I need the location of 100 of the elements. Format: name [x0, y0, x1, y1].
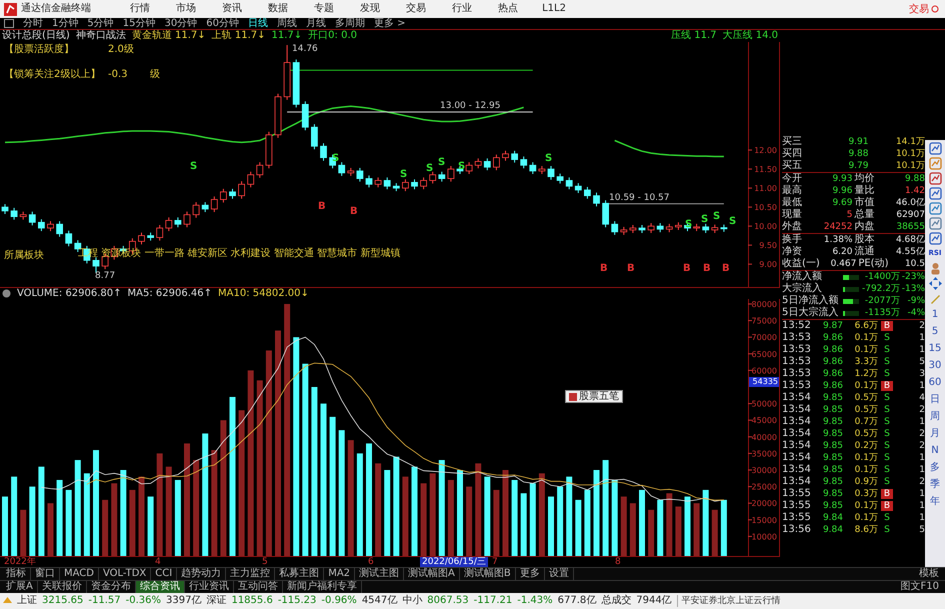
chart-icon[interactable] [928, 172, 942, 185]
template-button[interactable]: 模板 [915, 568, 943, 580]
total-label: 总成交 [601, 595, 632, 607]
period-tab[interactable]: 5分钟 [87, 18, 114, 30]
period-tool[interactable]: 15 [928, 341, 942, 356]
period-tool[interactable]: 多 [930, 460, 940, 475]
index-percent: -1.43% [517, 595, 553, 607]
period-tab[interactable]: 日线 [248, 18, 268, 30]
tick-count: 1 [918, 500, 925, 512]
stat-label: 今开 [782, 173, 802, 184]
f10-button[interactable]: 图文F10 [896, 581, 943, 593]
candlestick [156, 224, 164, 242]
volume-value: VOLUME: 62906.80↑ [17, 288, 122, 300]
tick-count: 2 [918, 428, 925, 440]
trade-button[interactable]: 交易 [907, 2, 941, 16]
trade-side: S [883, 441, 891, 451]
menu-item[interactable]: 热点 [485, 3, 531, 15]
period-tab[interactable]: 30分钟 [164, 18, 198, 30]
menu-item[interactable]: 交易 [393, 3, 439, 15]
chart-icon[interactable] [928, 187, 942, 200]
tick-price: 9.85 [822, 464, 843, 476]
flow-percent: -4% [906, 307, 925, 319]
menu-item[interactable]: 专题 [301, 3, 347, 15]
index-change: -117.21 [474, 595, 512, 607]
period-tab[interactable]: 1分钟 [52, 18, 78, 30]
chart-icon[interactable] [928, 232, 942, 245]
period-tool[interactable]: 周 [930, 409, 940, 424]
period-tab[interactable]: 60分钟 [206, 18, 239, 30]
period-tool[interactable]: 60 [928, 375, 942, 390]
tick-price: 9.85 [822, 404, 843, 416]
buy-signal: B [600, 264, 608, 274]
popup-chip[interactable]: 股票五笔 [565, 390, 623, 403]
tick-volume: 1.2万 [854, 368, 878, 380]
candlestick [229, 188, 236, 200]
period-tool[interactable]: N [931, 443, 939, 458]
menu-item[interactable]: 市场 [163, 3, 209, 15]
app-title: 通达信金融终端 [21, 3, 91, 15]
menu-item[interactable]: 发现 [347, 3, 393, 15]
candlestick [184, 211, 190, 228]
period-tab[interactable]: 多周期 [334, 18, 365, 30]
volume-tick: 60000 [752, 366, 777, 376]
candlestick [484, 158, 491, 171]
period-tool[interactable]: 30 [928, 358, 942, 373]
price-tick: 9.00 [759, 260, 777, 270]
menu-item[interactable]: 数据 [255, 3, 301, 15]
candlestick [593, 192, 600, 207]
chart-icon[interactable] [928, 157, 942, 170]
candlestick [656, 222, 664, 233]
settings-icon[interactable] [2, 289, 11, 298]
chart-icon[interactable] [928, 202, 942, 215]
stat-value: 38655 [895, 221, 925, 233]
chart-icon[interactable] [928, 217, 942, 230]
chart-icon[interactable] [928, 142, 942, 155]
info-tab[interactable]: 综合资讯 [136, 581, 185, 593]
volume-value: MA5: 62906.46↑ [128, 288, 212, 300]
tick-volume: 0.1万 [854, 464, 878, 476]
menu-item[interactable]: 行业 [439, 3, 485, 15]
tick-price: 9.85 [822, 428, 843, 440]
trade-side: B [881, 489, 893, 499]
tick-count: 3 [918, 368, 925, 380]
buy-signal: B [318, 202, 326, 212]
tick-volume: 0.1万 [854, 500, 878, 512]
period-tool[interactable]: 日 [930, 392, 940, 407]
tick-count: 2 [918, 404, 925, 416]
tick-time: 13:53 [782, 380, 812, 392]
menu-item[interactable]: 资讯 [209, 3, 255, 15]
period-tool[interactable]: 月 [930, 426, 940, 441]
tick-time: 13:54 [782, 464, 812, 476]
index-price: 3215.65 [42, 595, 84, 607]
move-icon[interactable] [928, 277, 942, 290]
period-tool[interactable]: 年 [930, 494, 940, 509]
candlestick [648, 222, 654, 234]
tick-price: 9.86 [822, 356, 843, 368]
candlestick [47, 220, 54, 232]
tick-time: 13:54 [782, 428, 812, 440]
period-tool[interactable]: 1 [932, 307, 938, 322]
stat-value: 6.20 [831, 246, 852, 258]
period-tool[interactable]: 5 [932, 324, 938, 339]
period-tab[interactable]: 15分钟 [122, 18, 156, 30]
period-tab[interactable]: 分时 [23, 18, 43, 30]
stat-label: 最低 [782, 197, 802, 209]
window-icon[interactable] [4, 19, 14, 28]
menu-item[interactable]: L1L2 [531, 3, 577, 15]
period-tab[interactable]: 月线 [306, 18, 326, 30]
stat-label: PE(动) [858, 258, 888, 270]
menu-item[interactable]: 行情 [117, 3, 163, 15]
tick-volume: 0.1万 [854, 452, 878, 464]
tick-volume: 0.1万 [854, 332, 878, 344]
cursor-value: 54335 [749, 377, 779, 387]
candlestick [28, 211, 36, 226]
person-icon[interactable] [928, 262, 942, 275]
candlestick [611, 220, 618, 236]
tick-count: 1 [918, 332, 925, 344]
period-tool[interactable]: 季 [930, 477, 940, 492]
period-tab[interactable]: 周线 [276, 18, 297, 30]
period-tab[interactable]: 更多 > [374, 18, 406, 30]
candlestick [384, 176, 391, 190]
volume-value: MA10: 54802.00↓ [218, 288, 309, 300]
price-tick: 9.50 [759, 241, 777, 250]
candlestick [511, 150, 518, 164]
